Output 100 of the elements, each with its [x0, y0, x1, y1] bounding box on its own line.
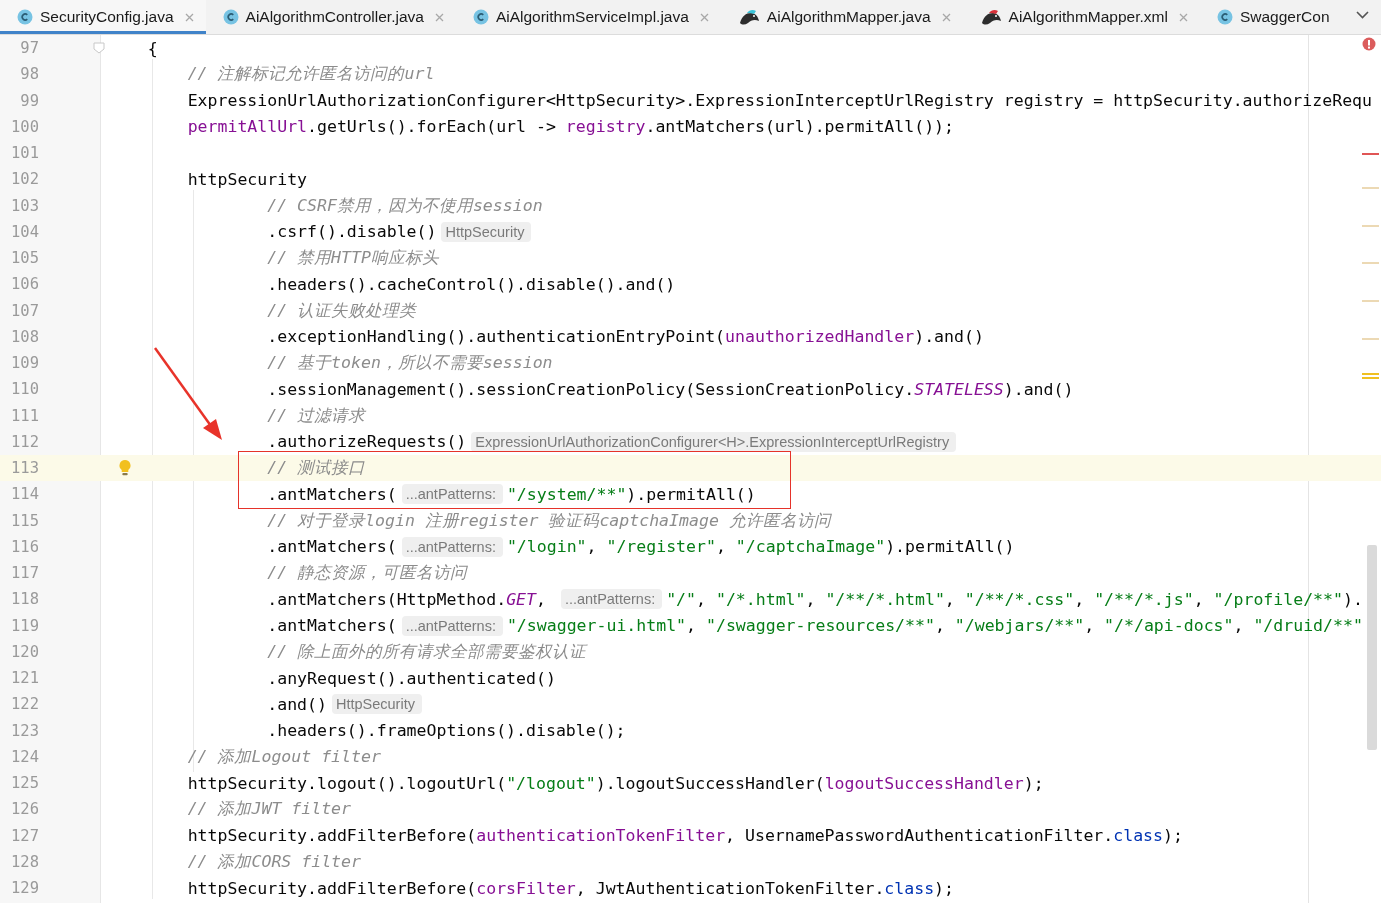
- code-text: httpSecurity: [187, 169, 308, 189]
- code-comment: // 添加JWT filter: [187, 798, 351, 821]
- line-number: 117: [10, 564, 39, 583]
- warning-stripe[interactable]: [1362, 187, 1379, 189]
- editor-tab[interactable]: AiAlgorithmController.java: [205, 0, 456, 34]
- code-text: {: [147, 38, 158, 58]
- code-comment: // 静态资源，可匿名访问: [267, 562, 468, 585]
- code-text: ExpressionUrlAuthorizationConfigurer<HttpSecurity>.ExpressionInterceptUrlRegistry registry = httpSecurity.authorizeRequ: [187, 91, 1372, 111]
- line-number: 114: [10, 485, 39, 504]
- close-icon[interactable]: [184, 12, 194, 22]
- code-text: "/", "/*.html", "/**/*.html", "/**/*.css", "/**/*.js", "/profile/**").: [666, 589, 1363, 609]
- line-number: 119: [10, 616, 39, 635]
- inlay-hint: ...antPatterns:: [401, 484, 503, 505]
- line-number: 121: [10, 669, 39, 688]
- editor-tab[interactable]: SecurityConfig.java: [0, 0, 206, 34]
- inlay-hint: ...antPatterns:: [401, 615, 503, 636]
- line-number: 127: [10, 826, 39, 845]
- code-text: .authorizeRequests(): [267, 432, 467, 452]
- inlay-hint: HttpSecurity: [331, 694, 422, 715]
- code-comment: // CSRF禁用，因为不使用session: [267, 194, 543, 217]
- class-icon: [222, 9, 239, 25]
- line-number: 100: [10, 117, 39, 136]
- line-number: 116: [10, 537, 39, 556]
- code-text: httpSecurity.addFilterBefore(corsFilter, JwtAuthenticationTokenFilter.class);: [187, 878, 954, 898]
- code-text: httpSecurity.logout().logoutUrl("/logout").logoutSuccessHandler(logoutSuccessHandler);: [187, 773, 1044, 793]
- line-number: 105: [10, 249, 39, 268]
- line-number: 97: [19, 39, 39, 58]
- code-comment: // 测试接口: [267, 457, 366, 480]
- code-comment: // 添加Logout filter: [187, 745, 381, 768]
- inlay-hint: ExpressionUrlAuthorizationConfigurer<H>.ExpressionInterceptUrlRegistry: [471, 431, 957, 452]
- line-number: 98: [19, 65, 39, 84]
- code-text: "/login", "/register", "/captchaImage").permitAll(): [506, 537, 1015, 557]
- line-number: 104: [10, 222, 39, 241]
- code-comment: // 注解标记允许匿名访问的url: [187, 63, 435, 86]
- error-stripe[interactable]: [1362, 153, 1379, 155]
- line-number: 107: [10, 301, 39, 320]
- line-number: 109: [10, 354, 39, 373]
- code-comment: // 禁用HTTP响应标头: [267, 247, 439, 270]
- line-number: 103: [10, 196, 39, 215]
- close-icon[interactable]: [941, 12, 951, 22]
- code-text: .csrf().disable(): [267, 222, 437, 242]
- line-number: 115: [10, 511, 39, 530]
- line-number: 106: [10, 275, 39, 294]
- code-comment: // 基于token，所以不需要session: [267, 352, 553, 375]
- code-comment: // 添加CORS filter: [187, 850, 361, 873]
- line-number: 126: [10, 800, 39, 819]
- code-text: .and(): [267, 694, 327, 714]
- code-comment: // 对于登录login 注册register 验证码captchaImage 允许匿名访问: [267, 509, 831, 532]
- line-number: 125: [10, 774, 39, 793]
- editor-tab[interactable]: SwaggerCon: [1199, 0, 1340, 34]
- code-comment: // 认证失败处理类: [267, 299, 417, 322]
- editor-tab[interactable]: AiAlgorithmMapper.xml: [962, 0, 1200, 34]
- inlay-hint: ...antPatterns:: [560, 589, 663, 610]
- class-icon: [1216, 9, 1233, 25]
- warning-stripe[interactable]: [1362, 373, 1379, 379]
- bird-icon: [737, 8, 760, 26]
- close-icon[interactable]: [434, 12, 444, 22]
- code-text: "/system/**").permitAll(): [506, 484, 756, 504]
- line-number: 102: [10, 170, 39, 189]
- code-text: .headers().cacheControl().disable().and(): [267, 274, 676, 294]
- inlay-hint: HttpSecurity: [441, 221, 532, 242]
- code-text: .exceptionHandling().authenticationEntryPoint(unauthorizedHandler).and(): [267, 327, 984, 347]
- line-number: 128: [10, 852, 39, 871]
- line-number: 129: [10, 879, 39, 898]
- class-icon: [472, 9, 489, 25]
- warning-stripe[interactable]: [1362, 300, 1379, 302]
- code-text: permitAllUrl.getUrls().forEach(url -> registry.antMatchers(url).permitAll());: [187, 117, 954, 137]
- warning-stripe[interactable]: [1362, 262, 1379, 264]
- code-text: httpSecurity.addFilterBefore(authenticationTokenFilter, UsernamePasswordAuthenticationFilter.class);: [187, 826, 1183, 846]
- line-number: 112: [10, 432, 39, 451]
- code-text: .headers().frameOptions().disable();: [267, 721, 626, 741]
- code-comment: // 过滤请求: [267, 404, 366, 427]
- close-icon[interactable]: [699, 12, 709, 22]
- code-comment: // 除上面外的所有请求全部需要鉴权认证: [267, 640, 587, 663]
- fold-icon[interactable]: [93, 42, 105, 54]
- code-text: .anyRequest().authenticated(): [267, 668, 556, 688]
- code-text: .sessionManagement().sessionCreationPolicy(SessionCreationPolicy.STATELESS).and(): [267, 379, 1074, 399]
- chevron-down-icon[interactable]: [1356, 11, 1369, 19]
- line-number: 123: [10, 721, 39, 740]
- inlay-hint: ...antPatterns:: [401, 536, 503, 557]
- lightbulb-icon[interactable]: [118, 459, 132, 476]
- error-icon[interactable]: [1362, 37, 1376, 51]
- warning-stripe[interactable]: [1362, 338, 1379, 340]
- code-text: .antMatchers(: [267, 484, 397, 504]
- line-number: 122: [10, 695, 39, 714]
- line-number: 99: [19, 91, 39, 110]
- line-number: 118: [10, 590, 39, 609]
- line-number: 108: [10, 327, 39, 346]
- code-text: .antMatchers(HttpMethod.GET,: [267, 589, 547, 609]
- line-number: 120: [10, 642, 39, 661]
- editor-tab[interactable]: AiAlgorithmMapper.java: [720, 0, 963, 34]
- line-number: 124: [10, 747, 39, 766]
- warning-stripe[interactable]: [1362, 225, 1379, 227]
- code-text: .antMatchers(: [267, 616, 397, 636]
- close-icon[interactable]: [1178, 12, 1188, 22]
- line-number: 110: [10, 380, 39, 399]
- editor-tab[interactable]: AiAlgorithmServiceImpl.java: [455, 0, 721, 34]
- code-text: .antMatchers(: [267, 537, 397, 557]
- vertical-scrollbar[interactable]: [1367, 545, 1377, 750]
- bird-icon: [979, 8, 1002, 26]
